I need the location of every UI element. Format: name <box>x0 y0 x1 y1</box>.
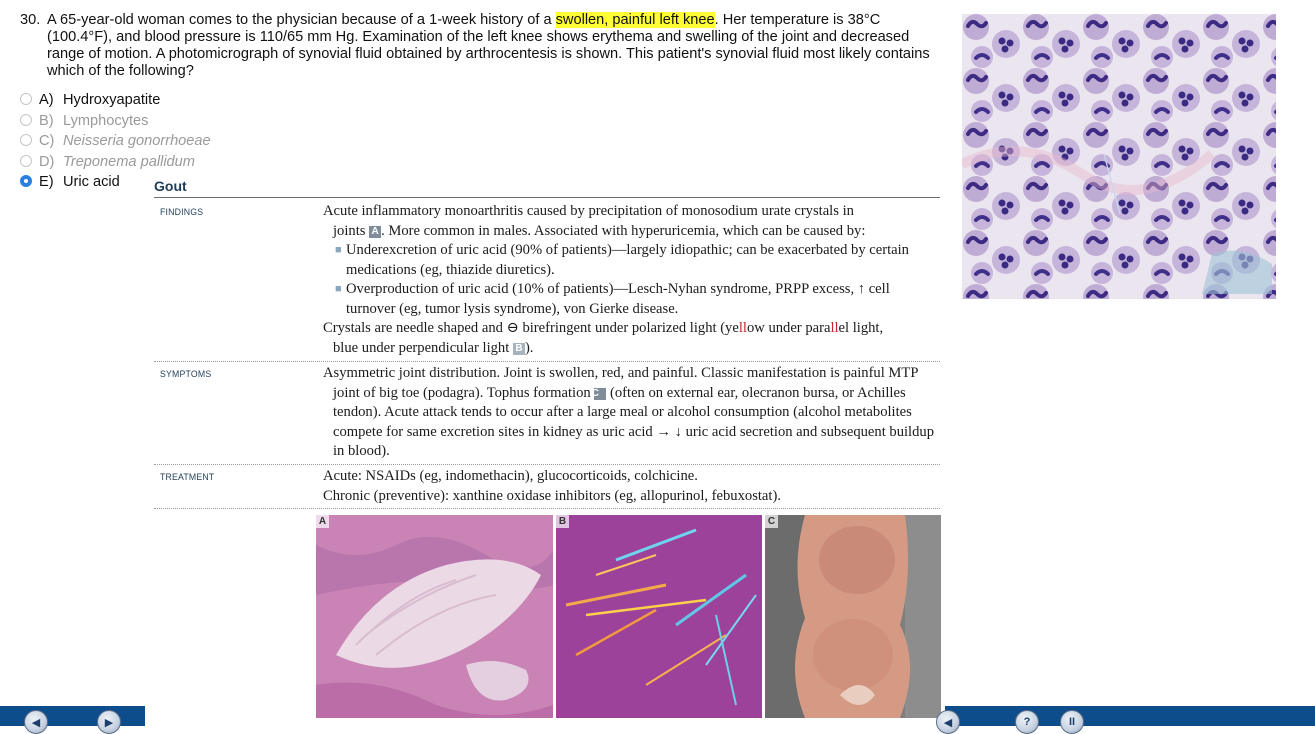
figure-label-text: A <box>318 516 327 527</box>
findings-text: Acute inflammatory monoarthritis caused … <box>323 202 935 358</box>
choice-letter: B) <box>39 112 54 129</box>
findings-line: blue under perpendicular light B). <box>323 339 935 359</box>
choice-text: Neisseria gonorrhoeae <box>63 133 211 149</box>
findings-text-part: Crystals are needle shaped and ⊖ birefri… <box>323 320 739 336</box>
symptoms-text: Asymmetric joint distribution. Joint is … <box>323 364 935 462</box>
treatment-text: Acute: NSAIDs (eg, indomethacin), glucoc… <box>323 467 935 506</box>
crystals-image <box>556 515 762 718</box>
treatment-label: TREATMENT <box>160 472 215 483</box>
findings-bullet: ■ Underexcretion of uric acid (90% of pat… <box>323 241 935 280</box>
radio-button-selected[interactable] <box>20 175 32 187</box>
treatment-line: Chronic (preventive): xanthine oxidase i… <box>323 487 781 504</box>
choice-letter: D) <box>39 153 55 170</box>
question-text: A 65-year-old woman comes to the physici… <box>47 12 930 80</box>
figure-label-text: C <box>767 516 776 527</box>
findings-bullet-text: Underexcretion of uric acid (90% of pati… <box>346 242 909 278</box>
divider <box>154 508 940 509</box>
bottom-nav-bar <box>945 706 1315 726</box>
radio-button[interactable] <box>20 154 32 167</box>
question-icon: ? <box>1023 716 1031 728</box>
bullet-icon: ■ <box>335 283 342 295</box>
findings-line: Acute inflammatory monoarthritis caused … <box>323 203 854 219</box>
micrograph-image <box>962 14 1276 299</box>
findings-text-part: ow under para <box>746 320 831 336</box>
figure-ref-b[interactable]: B <box>512 342 525 355</box>
treatment-line: Acute: NSAIDs (eg, indomethacin), glucoc… <box>323 468 698 484</box>
pause-button[interactable]: II <box>1060 710 1084 734</box>
help-button[interactable]: ? <box>1015 710 1039 734</box>
choice-text: Lymphocytes <box>63 112 149 129</box>
previous-button[interactable]: ◀ <box>24 710 48 734</box>
arrow-left-icon: ◀ <box>943 716 953 729</box>
choice-text: Treponema pallidum <box>63 153 195 170</box>
findings-text-part: blue under perpendicular light <box>333 339 513 356</box>
figure-label-c: C <box>765 515 778 528</box>
question-number: 30. <box>20 12 41 28</box>
question-stem: 30. A 65-year-old woman comes to the phy… <box>20 12 930 80</box>
bottom-nav-bar <box>0 706 145 726</box>
symptoms-label: SYMPTOMS <box>160 369 212 380</box>
choice-letter: E) <box>39 174 54 190</box>
choice-text: Hydroxyapatite <box>63 92 161 108</box>
radio-button[interactable] <box>20 113 32 126</box>
choice-letter: A) <box>39 92 54 108</box>
findings-line: joints A. More common in males. Associat… <box>323 222 935 242</box>
radio-button[interactable] <box>20 93 32 105</box>
findings-label: FINDINGS <box>160 207 204 218</box>
findings-text-part: el light, <box>838 320 884 336</box>
symptoms-paragraph: Asymmetric joint distribution. Joint is … <box>323 364 935 462</box>
findings-bullet-text: Overproduction of uric acid (10% of pati… <box>346 281 890 317</box>
choice-text: Uric acid <box>63 174 120 190</box>
next-button[interactable]: ▶ <box>97 710 121 734</box>
figure-ref-a[interactable]: A <box>369 225 382 238</box>
nav-button[interactable]: ◀ <box>936 710 960 734</box>
pause-icon: II <box>1068 716 1076 728</box>
figure-a-histology[interactable]: A <box>316 515 553 718</box>
findings-text-part: ll <box>738 320 747 336</box>
findings-text-part: ll <box>830 320 839 336</box>
explanation-title: Gout <box>154 178 187 194</box>
arrow-right-icon: ▶ <box>104 716 114 729</box>
findings-text-part: joints <box>333 222 370 239</box>
tophus-image <box>765 515 941 718</box>
choice-letter: C) <box>39 133 55 149</box>
figure-ref-c[interactable]: C <box>592 387 607 400</box>
divider <box>154 464 940 465</box>
findings-bullet: ■ Overproduction of uric acid (10% of pat… <box>323 280 935 319</box>
divider <box>154 197 940 198</box>
findings-text-part: . More common in males. Associated with … <box>381 222 866 239</box>
histology-image <box>316 515 553 718</box>
question-text-part: A 65-year-old woman comes to the physici… <box>47 12 556 28</box>
figure-label-text: B <box>558 516 567 527</box>
arrow-left-icon: ◀ <box>31 716 41 729</box>
findings-text-part: ). <box>524 339 534 356</box>
findings-line: Crystals are needle shaped and ⊖ birefri… <box>323 319 935 339</box>
figure-label-b: B <box>556 515 569 528</box>
figure-b-crystals[interactable]: B <box>556 515 762 718</box>
synovial-fluid-micrograph[interactable] <box>962 14 1276 299</box>
bullet-icon: ■ <box>335 244 342 256</box>
figure-label-a: A <box>316 515 329 528</box>
figure-c-tophus[interactable]: C <box>765 515 941 718</box>
divider <box>154 361 940 362</box>
radio-button[interactable] <box>20 134 32 146</box>
highlighted-text[interactable]: swollen, painful left knee <box>555 12 715 28</box>
